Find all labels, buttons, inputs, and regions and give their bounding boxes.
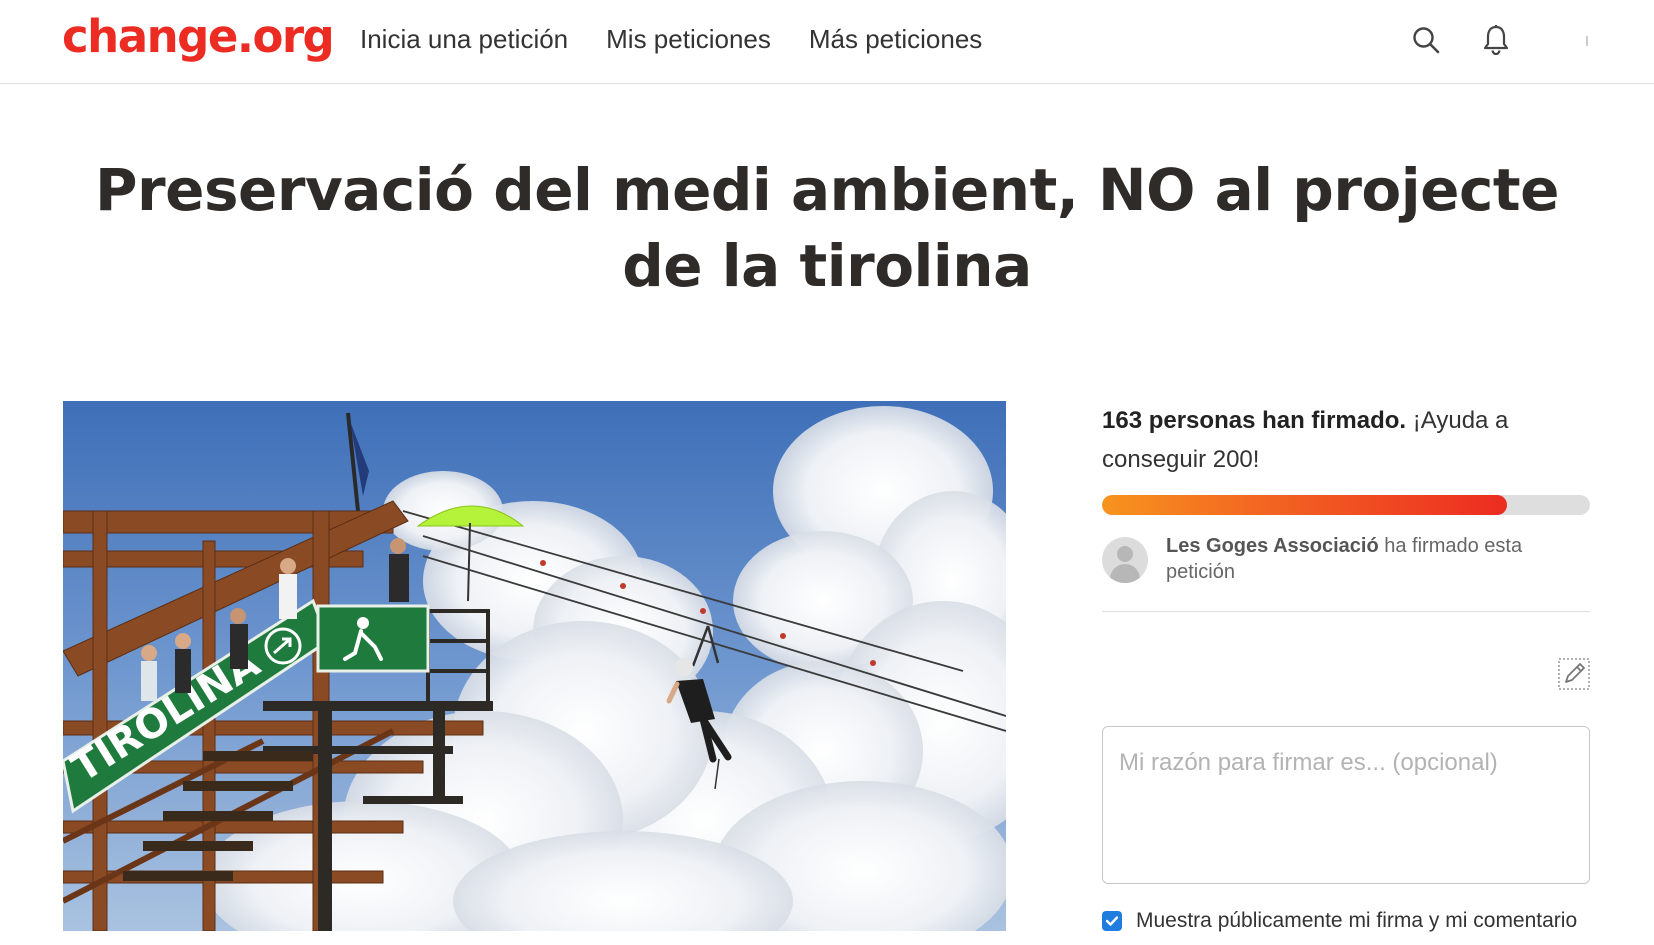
search-icon[interactable] xyxy=(1406,20,1446,60)
signature-progress-bar xyxy=(1102,495,1590,515)
bell-icon[interactable] xyxy=(1476,20,1516,60)
recent-signer-text: Les Goges Associació ha firmado esta pet… xyxy=(1166,533,1590,585)
signature-count-bold: 163 personas han firmado. xyxy=(1102,407,1407,434)
petition-photo: TIROLINA xyxy=(63,401,1006,931)
nav-more-petitions[interactable]: Más peticiones xyxy=(809,24,982,55)
nav-my-petitions[interactable]: Mis peticiones xyxy=(606,24,771,55)
reason-textarea[interactable] xyxy=(1102,726,1590,884)
nav-start-petition[interactable]: Inicia una petición xyxy=(360,24,568,55)
progress-fill xyxy=(1102,495,1508,515)
public-signature-option[interactable]: Muestra públicamente mi firma y mi comen… xyxy=(1102,909,1577,933)
change-org-logo[interactable]: change.org xyxy=(62,10,335,63)
edit-pencil-icon[interactable] xyxy=(1557,657,1591,691)
signature-count: 163 personas han firmado. ¡Ayuda a conse… xyxy=(1102,401,1590,479)
signature-sidebar: 163 personas han firmado. ¡Ayuda a conse… xyxy=(1102,401,1590,932)
signer-avatar xyxy=(1102,537,1148,583)
public-signature-checkbox[interactable] xyxy=(1102,911,1122,931)
recent-signer: Les Goges Associació ha firmado esta pet… xyxy=(1102,535,1590,612)
public-signature-label[interactable]: Muestra públicamente mi firma y mi comen… xyxy=(1136,909,1577,933)
petition-title: Preservació del medi ambient, NO al proj… xyxy=(95,156,1559,300)
signer-name: Les Goges Associació xyxy=(1166,535,1379,557)
user-avatar[interactable] xyxy=(1586,36,1588,46)
main-nav: Inicia una petición Mis peticiones Más p… xyxy=(360,24,982,55)
top-header: change.org Inicia una petición Mis petic… xyxy=(0,0,1654,84)
